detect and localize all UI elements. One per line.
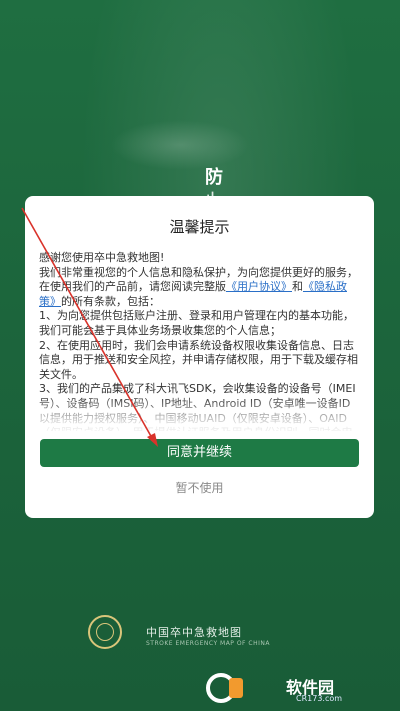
terms-item-2: 2、在使用应用时，我们会申请系统设备权限收集设备信息、日志信息，用于推送和安全风… xyxy=(39,338,358,381)
watermark-url: CR173.com xyxy=(296,694,343,703)
background-light-glow xyxy=(110,120,250,170)
intro-paragraph: 我们非常重视您的个人信息和隐私保护，为向您提供更好的服务，在使用我们的产品前，请… xyxy=(39,266,361,310)
scroll-fade-overlay xyxy=(25,396,374,436)
intro-and-text: 和 xyxy=(292,280,303,294)
app-name-english: STROKE EMERGENCY MAP OF CHINA xyxy=(146,640,270,647)
dialog-title: 温馨提示 xyxy=(169,218,230,236)
splash-vertical-text-1: 防 xyxy=(205,167,223,188)
app-logo-icon xyxy=(88,615,122,649)
watermark-logo-icon xyxy=(206,673,243,703)
privacy-dialog: 温馨提示 感谢您使用卒中急救地图! 我们非常重视您的个人信息和隐私保护，为向您提… xyxy=(25,196,374,518)
greeting-text: 感谢您使用卒中急救地图! xyxy=(39,251,165,264)
user-agreement-link[interactable]: 《用户协议》 xyxy=(226,280,292,293)
intro-text-b: 的所有条款，包括： xyxy=(61,294,160,308)
decline-button[interactable]: 暂不使用 xyxy=(25,479,374,496)
agree-and-continue-button[interactable]: 同意并继续 xyxy=(40,439,359,467)
terms-item-1: 1、为向您提供包括账户注册、登录和用户管理在内的基本功能，我们可能会基于具体业务… xyxy=(39,309,354,337)
app-name: 中国卒中急救地图 xyxy=(146,626,242,639)
